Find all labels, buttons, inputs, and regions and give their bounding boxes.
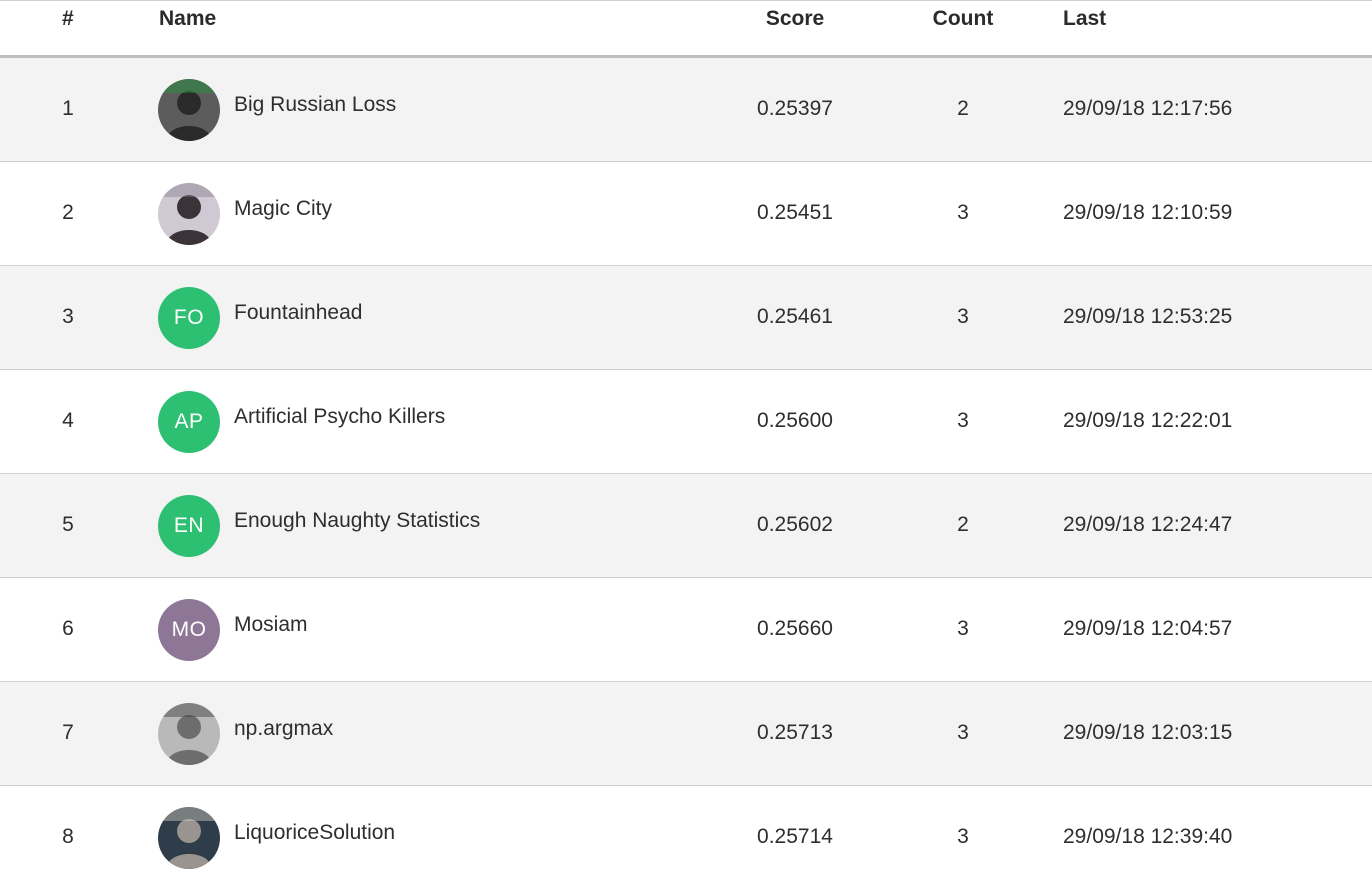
score-cell: 0.25461 [757, 305, 833, 328]
rank-cell: 5 [62, 513, 74, 536]
header-rank[interactable]: # [62, 6, 74, 32]
last-submission-cell: 29/09/18 12:17:56 [1063, 97, 1233, 120]
avatar-initials: EN [173, 514, 205, 537]
rank-cell: 4 [62, 409, 74, 432]
header-count[interactable]: Count [903, 6, 1023, 32]
avatar[interactable]: MO [158, 599, 220, 661]
header-score[interactable]: Score [735, 6, 855, 32]
last-submission-cell: 29/09/18 12:22:01 [1063, 409, 1233, 432]
count-cell: 3 [957, 721, 969, 744]
user-photo-icon [158, 183, 220, 245]
user-photo-icon[interactable] [158, 703, 220, 765]
user-photo-icon [158, 807, 220, 869]
table-row[interactable]: 6 MO Mosiam 0.25660 3 29/09/18 12:04:57 [0, 578, 1372, 682]
table-row[interactable]: 2 Magic City 0.25451 3 29/09/18 12:10:59 [0, 162, 1372, 266]
avatar-initials: FO [173, 306, 205, 329]
user-photo-icon[interactable] [158, 807, 220, 869]
avatar[interactable]: EN [158, 495, 220, 557]
team-name: Artificial Psycho Killers [234, 405, 446, 428]
score-cell: 0.25600 [757, 409, 833, 432]
table-row[interactable]: 1 Big Russian Loss 0.25397 2 29/09/18 12:17:… [0, 58, 1372, 162]
team-name: np.argmax [234, 717, 334, 740]
table-row[interactable]: 5 EN Enough Naughty Statistics 0.25602 2 29/0… [0, 474, 1372, 578]
count-cell: 2 [957, 97, 969, 120]
score-cell: 0.25660 [757, 617, 833, 640]
leaderboard-header: # Name Score Count Last [0, 1, 1372, 58]
count-cell: 2 [957, 513, 969, 536]
header-name[interactable]: Name [159, 6, 216, 32]
header-last[interactable]: Last [1063, 6, 1106, 32]
rank-cell: 7 [62, 721, 74, 744]
last-submission-cell: 29/09/18 12:53:25 [1063, 305, 1233, 328]
leaderboard: # Name Score Count Last 1 Big Russian Los… [0, 0, 1372, 873]
score-cell: 0.25451 [757, 201, 833, 224]
table-row[interactable]: 3 FO Fountainhead 0.25461 3 29/09/18 12:53:25 [0, 266, 1372, 370]
last-submission-cell: 29/09/18 12:04:57 [1063, 617, 1233, 640]
team-name: Enough Naughty Statistics [234, 509, 481, 532]
last-submission-cell: 29/09/18 12:10:59 [1063, 201, 1233, 224]
avatar[interactable]: AP [158, 391, 220, 453]
avatar-initials: AP [174, 410, 204, 433]
team-name: LiquoriceSolution [234, 821, 396, 844]
count-cell: 3 [957, 201, 969, 224]
leaderboard-rows: 1 Big Russian Loss 0.25397 2 29/09/18 12:17:… [0, 58, 1372, 873]
table-row[interactable]: 4 AP Artificial Psycho Killers 0.25600 3 29/0… [0, 370, 1372, 474]
table-row[interactable]: 7 np.argmax 0.25713 3 29/09/18 12:03:15 [0, 682, 1372, 786]
count-cell: 3 [957, 617, 969, 640]
score-cell: 0.25714 [757, 825, 833, 848]
last-submission-cell: 29/09/18 12:24:47 [1063, 513, 1233, 536]
count-cell: 3 [957, 305, 969, 328]
user-photo-icon [158, 703, 220, 765]
last-submission-cell: 29/09/18 12:39:40 [1063, 825, 1233, 848]
rank-cell: 3 [62, 305, 74, 328]
rank-cell: 8 [62, 825, 74, 848]
user-photo-icon[interactable] [158, 183, 220, 245]
avatar[interactable]: FO [158, 287, 220, 349]
rank-cell: 2 [62, 201, 74, 224]
team-name: Fountainhead [234, 301, 363, 324]
rank-cell: 1 [62, 97, 74, 120]
score-cell: 0.25713 [757, 721, 833, 744]
user-photo-icon [158, 79, 220, 141]
count-cell: 3 [957, 409, 969, 432]
score-cell: 0.25602 [757, 513, 833, 536]
team-name: Magic City [234, 197, 333, 220]
avatar-initials: MO [171, 618, 207, 641]
score-cell: 0.25397 [757, 97, 833, 120]
team-name: Mosiam [234, 613, 308, 636]
count-cell: 3 [957, 825, 969, 848]
user-photo-icon[interactable] [158, 79, 220, 141]
table-row[interactable]: 8 LiquoriceSolution 0.25714 3 29/09/18 12:39… [0, 786, 1372, 873]
last-submission-cell: 29/09/18 12:03:15 [1063, 721, 1233, 744]
team-name: Big Russian Loss [234, 93, 397, 116]
rank-cell: 6 [62, 617, 74, 640]
